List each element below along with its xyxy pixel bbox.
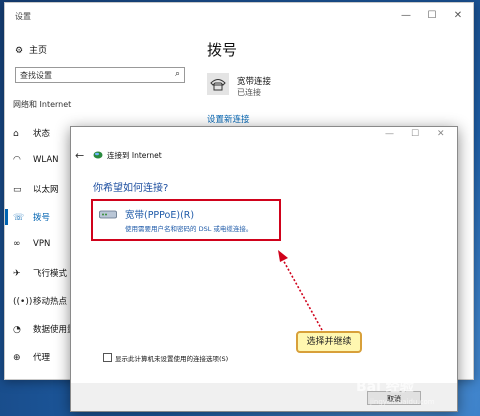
watermark-logo: Bai 经验: [356, 379, 414, 395]
annotation-arrow: [278, 250, 323, 331]
watermark-url: jingyan.baidu.com: [370, 398, 435, 406]
annotation-callout: 选择并继续: [296, 331, 362, 353]
